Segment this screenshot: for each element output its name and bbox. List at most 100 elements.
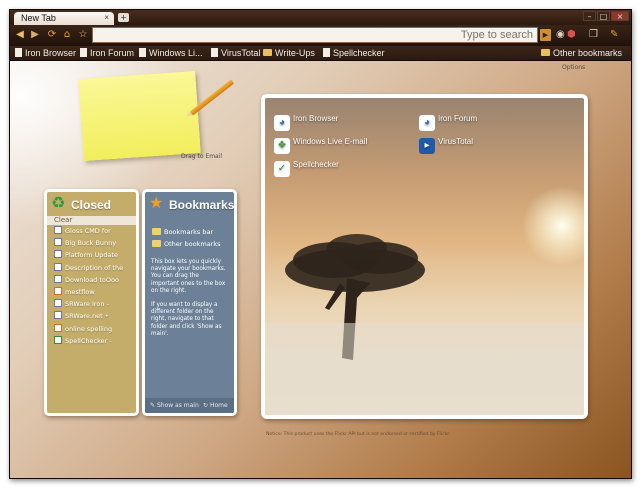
bookmark-label: VirusTotal <box>221 48 261 58</box>
favicon-icon <box>54 286 62 295</box>
tab-new-tab[interactable]: New Tab × <box>14 12 114 25</box>
back-button[interactable]: ◀ <box>13 28 27 42</box>
tile-label: Spellchecker <box>293 160 339 169</box>
folder-icon <box>263 49 272 56</box>
page-icon <box>211 48 218 57</box>
bookmarks-bar-folder[interactable]: Bookmarks bar <box>145 226 234 238</box>
bookmark-label: Windows Li... <box>149 48 203 58</box>
closed-tab-label: SpellChecker - <box>65 336 112 345</box>
sticky-note[interactable] <box>78 71 201 161</box>
tile-label: VirusTotal <box>438 137 473 146</box>
home-link[interactable]: ↻ Home <box>203 398 228 413</box>
closed-tab-label: SRWare Iron - <box>65 300 109 309</box>
closed-tab-label: Big Buck Bunny <box>65 239 117 248</box>
tile-iron-forum[interactable]: ◕ Iron Forum <box>419 114 477 131</box>
bookmark-virustotal[interactable]: VirusTotal <box>211 48 260 59</box>
iron-browser-icon: ◕ <box>274 115 290 131</box>
close-button[interactable]: × <box>611 11 629 21</box>
bookmark-iron-browser[interactable]: Iron Browser <box>15 48 76 59</box>
recycle-icon: ♻ <box>51 193 66 212</box>
other-bookmarks-folder[interactable]: Other bookmarks <box>145 238 234 250</box>
closed-tab-label: online spelling <box>65 324 113 333</box>
search-placeholder: Type to search <box>460 29 533 41</box>
tile-iron-browser[interactable]: ◕ Iron Browser <box>274 114 338 131</box>
other-bookmarks[interactable]: Other bookmarks <box>541 48 622 59</box>
tile-virustotal[interactable]: ▸ VirusTotal <box>419 137 473 154</box>
star-icon: ★ <box>149 193 164 212</box>
bookmark-iron-forum[interactable]: Iron Forum <box>80 48 134 59</box>
tile-windows-live-email[interactable]: ❖ Windows Live E-mail <box>274 137 367 154</box>
options-link[interactable]: Options <box>562 64 585 71</box>
tab-strip: New Tab × + – □ × <box>10 10 631 25</box>
address-bar[interactable]: Type to search <box>92 27 538 43</box>
bookmark-label: Spellchecker <box>333 48 385 58</box>
closed-tab-label: Description of the <box>65 263 124 272</box>
closed-tab-item[interactable]: Download toOoo <box>47 274 136 286</box>
wrench-menu-icon[interactable]: ✎ <box>610 29 618 41</box>
favicon-icon <box>54 226 62 234</box>
bookmark-label: Iron Forum <box>90 48 135 58</box>
extension-icon-1[interactable]: ◉ <box>556 29 565 41</box>
bookmarks-help-text-2: If you want to display a different folde… <box>151 302 222 337</box>
flickr-notice: Notice: This product uses the Flickr API… <box>266 432 451 437</box>
show-as-main-button[interactable]: ✎ Show as main <box>150 398 199 413</box>
bookmark-spellchecker[interactable]: Spellchecker <box>323 48 385 59</box>
closed-tab-label: Platform Update <box>65 251 119 260</box>
closed-panel-header: ♻ Closed <box>47 192 136 216</box>
closed-tabs-panel: ♻ Closed Clear Gloss CMD for Big Buck Bu… <box>44 189 139 416</box>
main-bookmarks-panel: ◕ Iron Browser ◕ Iron Forum ❖ Windows Live … <box>261 94 588 419</box>
other-bookmarks-label: Other bookmarks <box>553 48 623 58</box>
bookmark-label: Iron Browser <box>25 48 77 58</box>
tab-close-icon[interactable]: × <box>104 13 109 22</box>
bookmark-windows-live[interactable]: Windows Li... <box>139 48 203 59</box>
folder-icon <box>541 49 550 56</box>
favicon-icon <box>54 238 62 247</box>
closed-tab-item[interactable]: Big Buck Bunny <box>47 237 136 249</box>
folder-icon <box>152 228 161 235</box>
favicon-icon <box>54 311 62 320</box>
new-tab-button[interactable]: + <box>118 13 129 22</box>
closed-tab-item[interactable]: online spelling <box>47 323 136 335</box>
bookmarks-bar: Iron Browser Iron Forum Windows Li... Vi… <box>10 46 631 61</box>
iron-forum-icon: ◕ <box>419 115 435 131</box>
favicon-icon <box>54 250 62 259</box>
closed-tab-item[interactable]: Platform Update <box>47 249 136 261</box>
home-label: Home <box>209 402 228 409</box>
home-button[interactable]: ⌂ <box>60 28 74 42</box>
forward-button[interactable]: ▶ <box>28 28 42 42</box>
favicon-icon <box>54 323 62 332</box>
tile-label: Iron Browser <box>293 114 339 123</box>
closed-tab-item[interactable]: Description of the <box>47 262 136 274</box>
closed-tab-item[interactable]: SpellChecker - <box>47 335 136 347</box>
closed-tab-label: mestflow <box>65 287 95 296</box>
show-as-main-label: Show as main <box>156 402 199 409</box>
bookmarks-panel-header: ★ Bookmarks <box>145 192 234 216</box>
closed-tab-label: Download toOoo <box>65 275 119 284</box>
tile-label: Iron Forum <box>438 114 478 123</box>
pin-icon: ✎ <box>150 402 156 409</box>
closed-tab-item[interactable]: SRWare Iron - <box>47 298 136 310</box>
windows-icon: ❖ <box>274 138 290 154</box>
extension-icon-2[interactable]: ⬢ <box>567 29 576 41</box>
maximize-button[interactable]: □ <box>597 11 610 21</box>
closed-tab-item[interactable]: mestflow <box>47 286 136 298</box>
clear-button[interactable]: Clear <box>47 216 136 225</box>
bookmark-folder-write-ups[interactable]: Write-Ups <box>263 48 315 59</box>
closed-panel-title: Closed <box>71 198 112 212</box>
closed-tab-item[interactable]: SRWare.net • <box>47 310 136 322</box>
tile-spellchecker[interactable]: ✓ Spellchecker <box>274 160 339 177</box>
page-menu-icon[interactable]: ❐ <box>589 29 598 41</box>
minimize-button[interactable]: – <box>583 11 596 21</box>
bookmark-label: Write-Ups <box>275 48 315 58</box>
favicon-icon <box>54 299 62 308</box>
folder-label: Other bookmarks <box>164 240 221 248</box>
toolbar: ◀ ▶ ⟳ ⌂ ☆ Type to search ▶ ◉ ⬢ ❐ ✎ <box>10 25 631 46</box>
bookmarks-panel-footer: ✎ Show as main ↻ Home <box>145 398 234 413</box>
closed-tab-item[interactable]: Gloss CMD for <box>47 225 136 237</box>
reload-button[interactable]: ⟳ <box>45 28 59 42</box>
go-button[interactable]: ▶ <box>540 29 551 41</box>
new-tab-page: Options Drag to Email ♻ Closed Clear Glo… <box>10 61 631 478</box>
bookmark-star-icon[interactable]: ☆ <box>76 28 90 42</box>
closed-tab-label: SRWare.net • <box>65 312 109 321</box>
window-controls: – □ × <box>582 11 629 21</box>
